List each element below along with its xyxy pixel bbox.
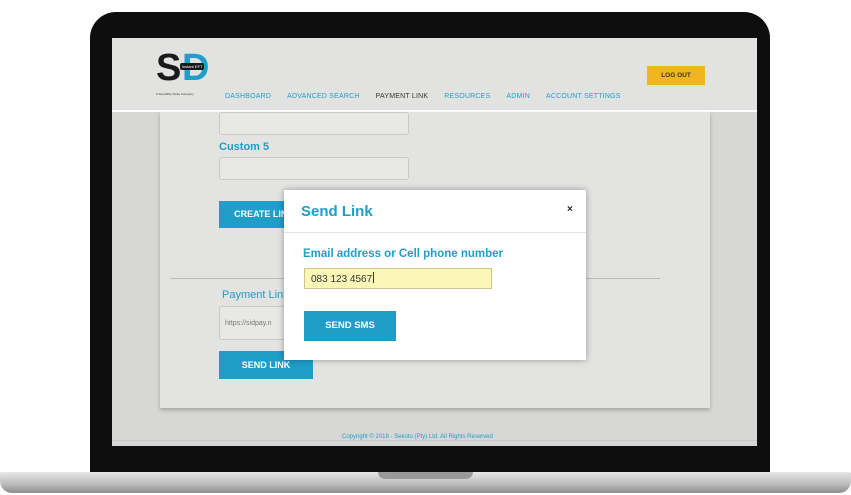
send-link-modal: Send Link × Email address or Cell phone … bbox=[284, 190, 586, 360]
nav-advanced-search[interactable]: ADVANCED SEARCH bbox=[287, 93, 360, 100]
footer-divider bbox=[112, 440, 757, 441]
contact-field-label: Email address or Cell phone number bbox=[303, 248, 504, 260]
laptop-notch bbox=[378, 472, 473, 479]
main-nav: DASHBOARD ADVANCED SEARCH PAYMENT LINK R… bbox=[225, 93, 637, 100]
contact-input[interactable]: 083 123 4567 bbox=[304, 268, 492, 289]
logo[interactable]: S D instant EFT A SmartPay Sicite Compan… bbox=[156, 47, 216, 96]
nav-dashboard[interactable]: DASHBOARD bbox=[225, 93, 271, 100]
payment-link-label: Payment Link bbox=[222, 289, 289, 301]
logo-letter-s: S bbox=[156, 47, 182, 89]
contact-input-value: 083 123 4567 bbox=[311, 274, 373, 285]
logout-button[interactable]: LOG OUT bbox=[647, 66, 705, 85]
nav-admin[interactable]: ADMIN bbox=[506, 93, 530, 100]
custom5-label: Custom 5 bbox=[219, 141, 270, 153]
modal-title: Send Link bbox=[301, 203, 373, 220]
custom4-field[interactable] bbox=[219, 112, 409, 135]
nav-resources[interactable]: RESOURCES bbox=[444, 93, 490, 100]
custom5-field[interactable] bbox=[219, 157, 409, 180]
send-sms-button[interactable]: SEND SMS bbox=[304, 311, 396, 341]
logo-tagline: A SmartPay Sicite Company bbox=[156, 92, 194, 96]
modal-divider bbox=[284, 232, 586, 233]
screen: S D instant EFT A SmartPay Sicite Compan… bbox=[112, 38, 757, 446]
app-header: S D instant EFT A SmartPay Sicite Compan… bbox=[112, 38, 757, 112]
logo-badge: instant EFT bbox=[180, 63, 205, 70]
footer-copyright: Copyright © 2018 - Sekoto (Pty) Ltd. All… bbox=[342, 434, 493, 440]
nav-payment-link[interactable]: PAYMENT LINK bbox=[376, 93, 429, 100]
text-cursor bbox=[373, 272, 375, 283]
nav-account-settings[interactable]: ACCOUNT SETTINGS bbox=[546, 93, 621, 100]
close-icon[interactable]: × bbox=[567, 204, 573, 215]
